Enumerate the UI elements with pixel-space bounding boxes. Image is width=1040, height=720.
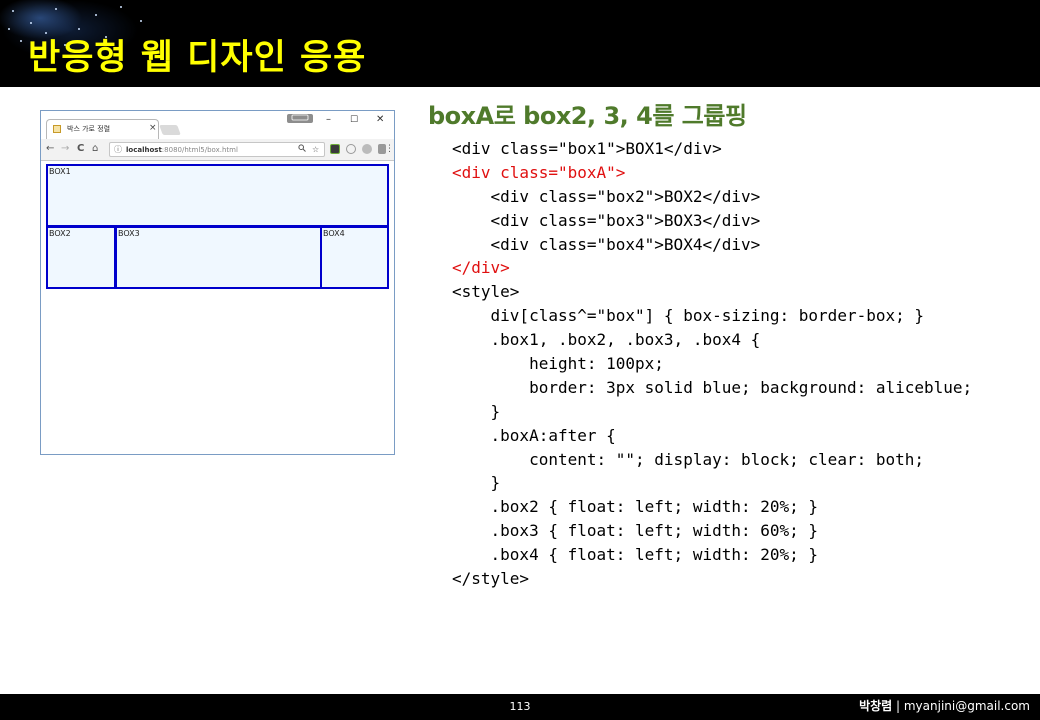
author-separator: | (892, 699, 904, 713)
zoom-icon[interactable] (298, 144, 306, 155)
code-line: </div> (452, 258, 510, 278)
code-line: <style> (452, 282, 520, 302)
code-line: .box4 { float: left; width: 20%; } (452, 545, 819, 565)
profile-icon (291, 114, 309, 121)
code-listing: <div class="box1">BOX1</div> <div class="… (452, 137, 1022, 591)
code-line: border: 3px solid blue; background: alic… (452, 377, 973, 397)
code-line: height: 100px; (452, 354, 664, 374)
code-line: } (452, 401, 501, 421)
header-title: 반응형 웹 디자인 응용 (28, 38, 367, 78)
code-line: <div class="box1">BOX1</div> (452, 139, 722, 158)
code-line: <div class="boxA"> (452, 162, 626, 182)
profile-badge[interactable] (287, 114, 313, 123)
tab-title: 박스 가로 정렬 (67, 125, 111, 133)
code-line: <div class="box3">BOX3</div> (452, 210, 761, 230)
browser-tab[interactable]: 박스 가로 정렬 × (46, 119, 159, 139)
code-line: <div class="box2">BOX2</div> (452, 186, 761, 206)
page-number: 113 (509, 700, 531, 713)
back-icon[interactable]: ← (46, 143, 54, 155)
box4: BOX4 (320, 226, 389, 289)
box1: BOX1 (46, 164, 389, 227)
code-line: .boxA:after { (452, 425, 616, 445)
bookmark-star-icon[interactable]: ☆ (312, 144, 319, 155)
minimize-button[interactable]: – (326, 113, 331, 127)
evernote-icon[interactable] (330, 144, 340, 154)
browser-window: 박스 가로 정렬 × – ☐ ✕ ← → C ⌂ ⓘ localhost:808… (40, 110, 395, 455)
page-favicon-icon (53, 125, 61, 133)
clock-icon[interactable] (346, 144, 356, 154)
slide-title: boxA로 box2, 3, 4를 그룹핑 (428, 102, 747, 130)
maximize-button[interactable]: ☐ (350, 113, 358, 127)
code-line: content: ""; display: block; clear: both… (452, 449, 925, 469)
author-email: myanjini@gmail.com (903, 699, 1030, 713)
address-bar[interactable]: ⓘ localhost:8080/html5/box.html ☆ (109, 142, 325, 157)
address-path: :8080/html5/box.html (161, 146, 238, 154)
browser-titlebar: 박스 가로 정렬 × – ☐ ✕ (41, 111, 394, 139)
close-window-button[interactable]: ✕ (376, 113, 384, 127)
code-line: </style> (452, 569, 530, 589)
home-icon[interactable]: ⌂ (92, 143, 98, 155)
code-line: div[class^="box"] { box-sizing: border-b… (452, 306, 925, 326)
menu-icon[interactable]: ⋮ (385, 143, 394, 155)
code-line: .box1, .box2, .box3, .box4 { (452, 330, 761, 350)
code-line: } (452, 473, 501, 493)
box3: BOX3 (115, 226, 322, 289)
forward-icon[interactable]: → (61, 143, 69, 155)
code-line: <div class="box4">BOX4</div> (452, 234, 761, 254)
code-line: .box3 { float: left; width: 60%; } (452, 521, 819, 541)
address-host: localhost (126, 146, 162, 154)
tab-close-icon[interactable]: × (149, 123, 157, 134)
browser-viewport: BOX1 BOX2 BOX3 BOX4 (41, 162, 394, 454)
info-icon[interactable]: ⓘ (114, 144, 122, 155)
new-tab-button[interactable] (159, 125, 181, 135)
author-credit: 박창렴 | myanjini@gmail.com (859, 699, 1030, 714)
shield-icon[interactable] (362, 144, 372, 154)
address-url: localhost:8080/html5/box.html (126, 145, 238, 155)
reload-icon[interactable]: C (77, 143, 84, 155)
author-name: 박창렴 (859, 699, 893, 713)
footer-bar: 113 박창렴 | myanjini@gmail.com (0, 694, 1040, 720)
code-line: .box2 { float: left; width: 20%; } (452, 497, 819, 517)
box2: BOX2 (46, 226, 116, 289)
browser-toolbar: ← → C ⌂ ⓘ localhost:8080/html5/box.html … (41, 139, 394, 161)
header-bar: 반응형 웹 디자인 응용 (0, 0, 1040, 87)
